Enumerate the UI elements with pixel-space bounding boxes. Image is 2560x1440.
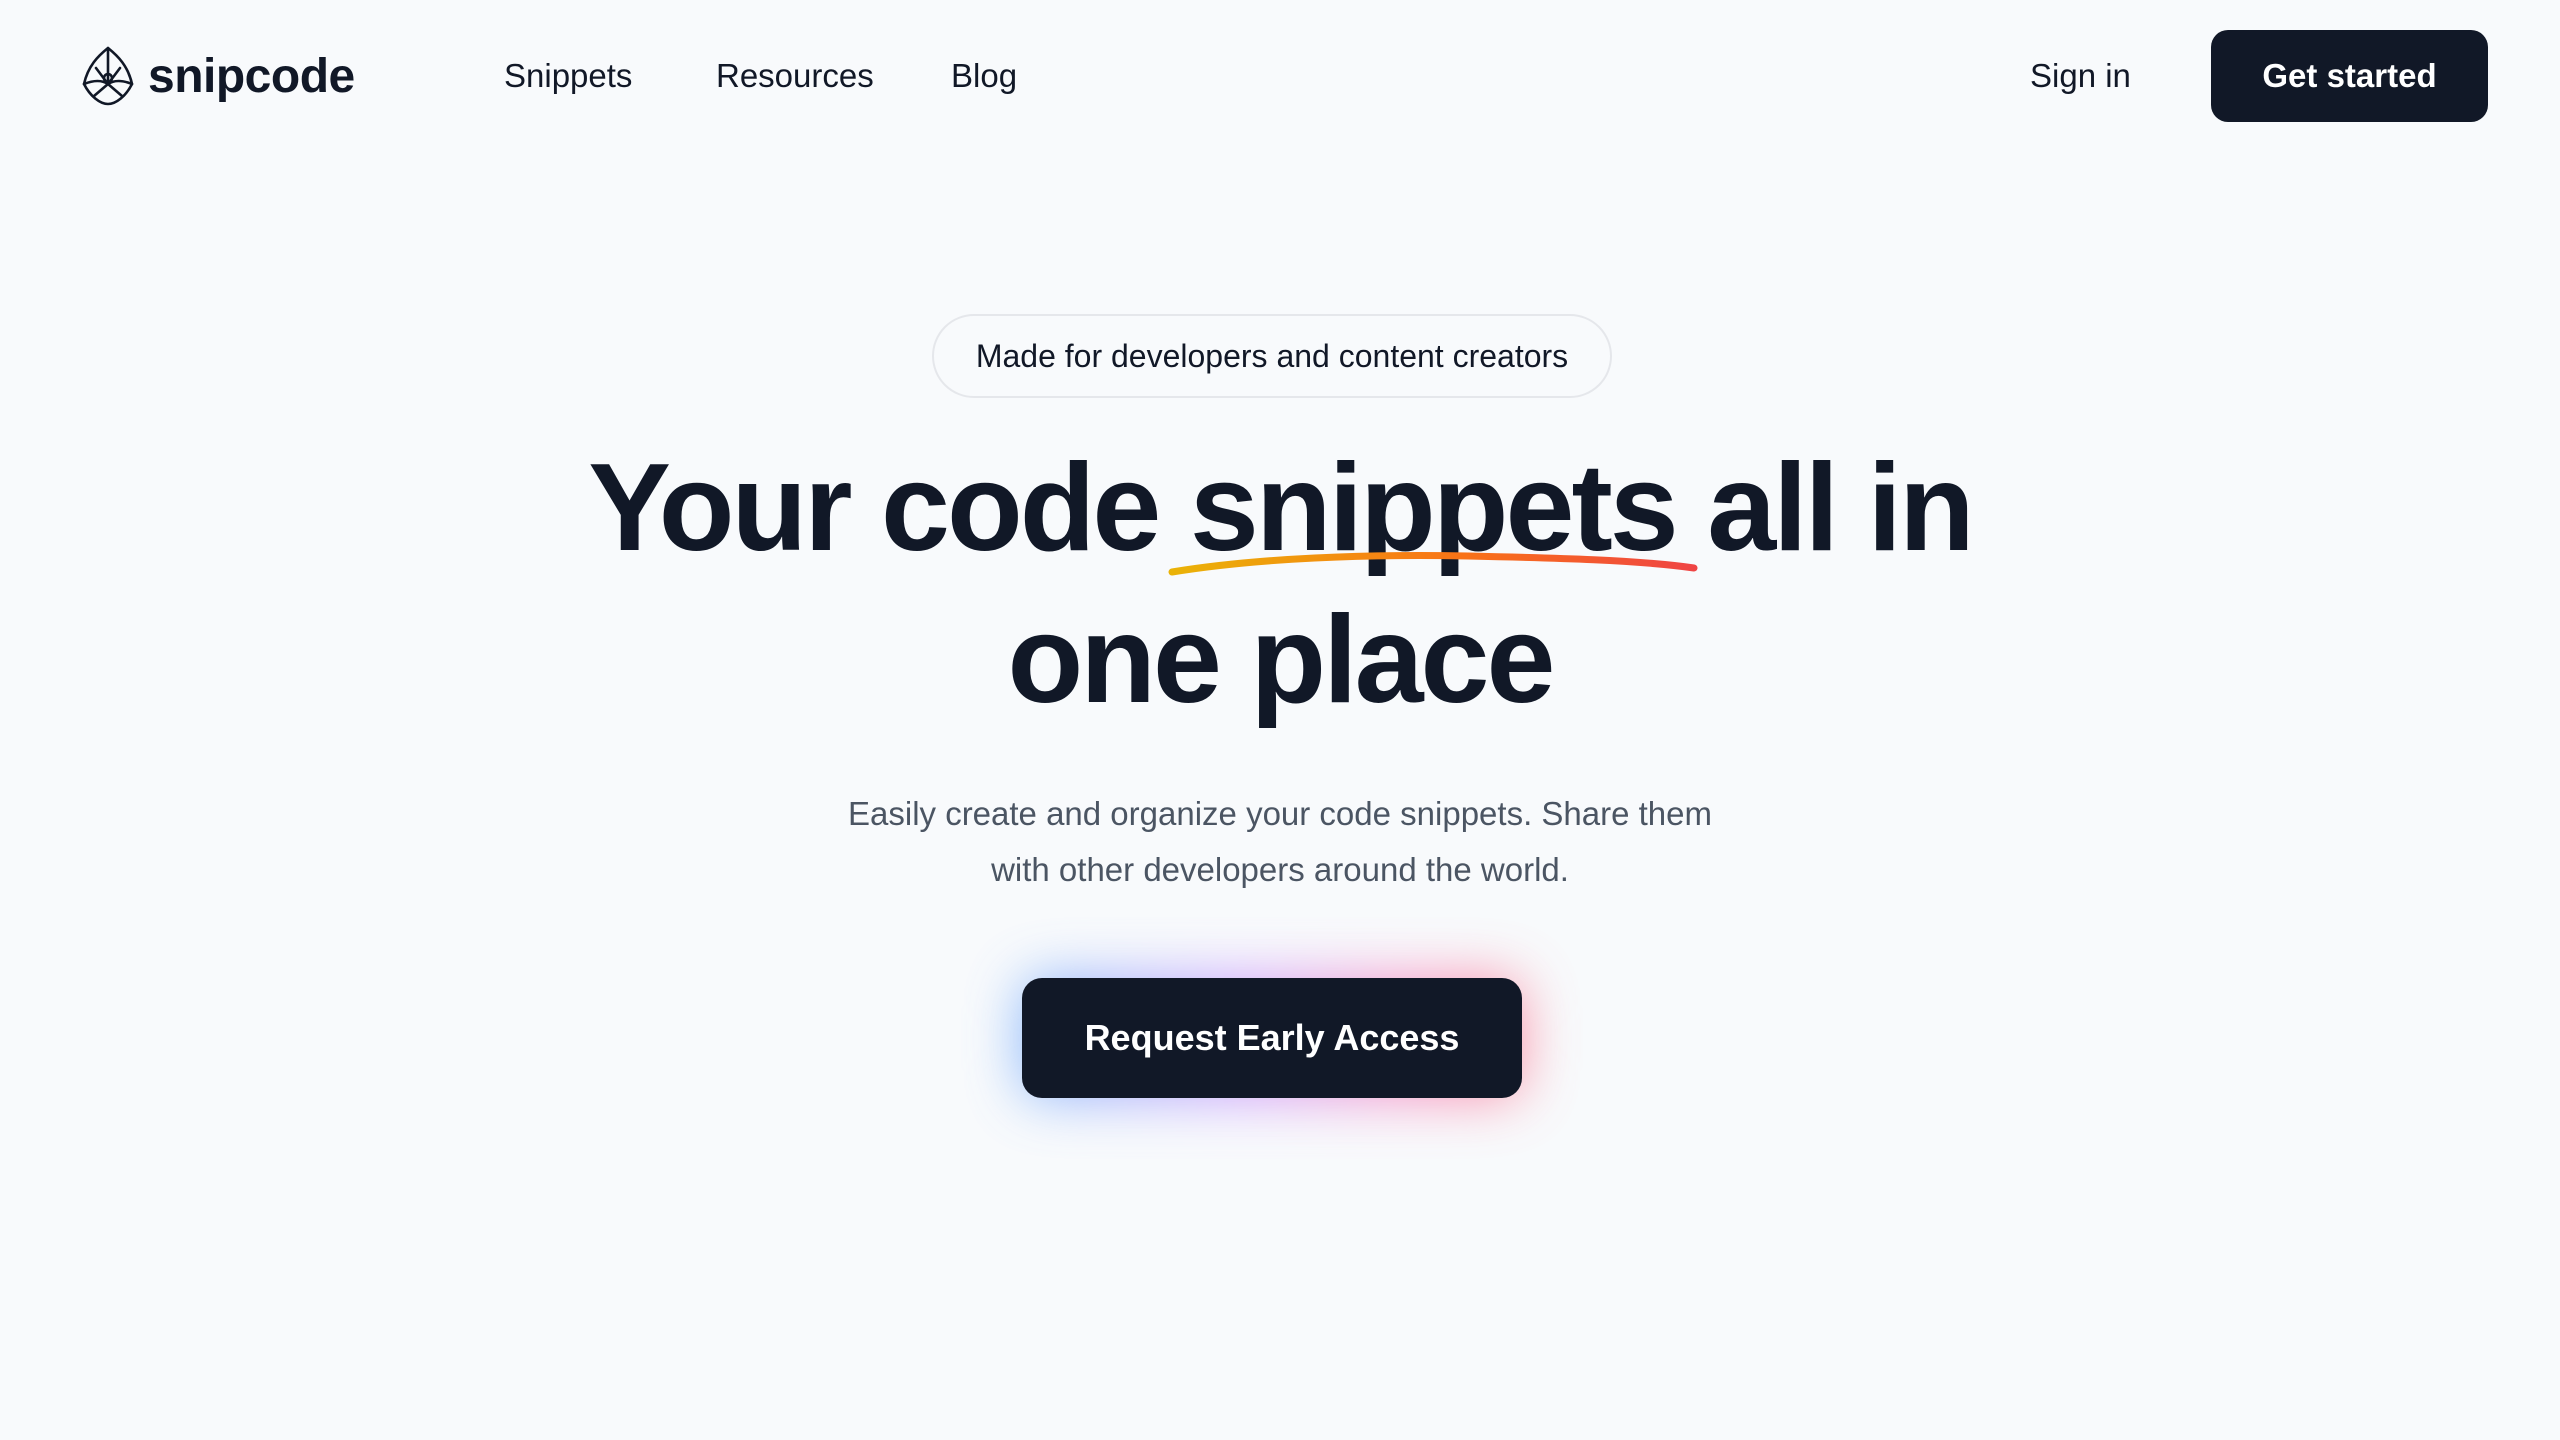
subtitle-line-1: Easily create and organize your code sni… <box>848 795 1712 832</box>
brand-name: snipcode <box>148 49 355 103</box>
snipcode-logo-icon <box>82 46 134 106</box>
subtitle-line-2: with other developers around the world. <box>991 851 1569 888</box>
headline-highlight-word: snippets <box>1168 432 1698 584</box>
brand-logo[interactable]: snipcode <box>76 42 355 110</box>
nav-link-snippets[interactable]: Snippets <box>504 54 632 98</box>
hero-headline: Your code snippets all in one place <box>0 432 2560 736</box>
headline-line-1: Your code snippets all in <box>0 432 2560 584</box>
cta-container: Request Early Access <box>1022 978 1522 1098</box>
request-early-access-button[interactable]: Request Early Access <box>1022 978 1522 1098</box>
headline-line-2: one place <box>1007 591 1556 729</box>
nav-link-resources[interactable]: Resources <box>716 54 874 98</box>
headline-before: Your code <box>588 439 1161 577</box>
sign-in-link[interactable]: Sign in <box>2030 54 2131 98</box>
get-started-button[interactable]: Get started <box>2211 30 2488 122</box>
headline-after: all in <box>1707 439 1975 577</box>
nav-link-blog[interactable]: Blog <box>951 54 1017 98</box>
site-header: snipcode Snippets Resources Blog Sign in… <box>0 0 2560 152</box>
hero-subtitle: Easily create and organize your code sni… <box>780 786 1780 898</box>
squiggle-underline <box>1168 552 1698 576</box>
audience-badge: Made for developers and content creators <box>932 314 1612 398</box>
